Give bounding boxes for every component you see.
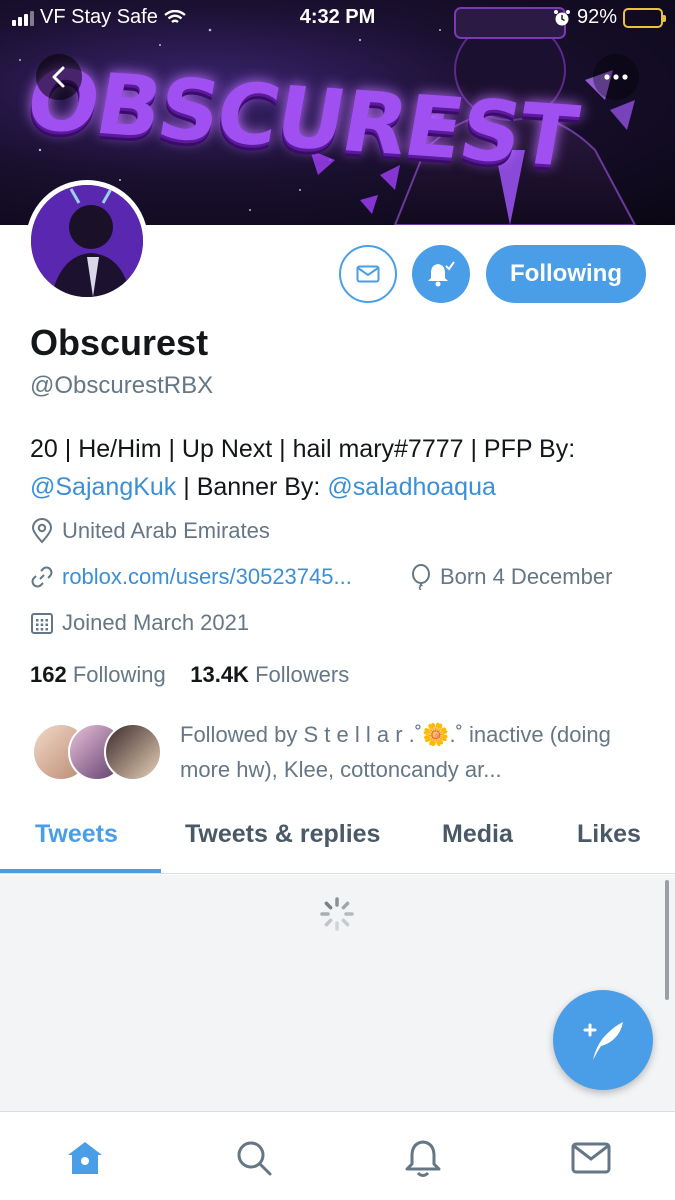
profile-bio: 20 | He/Him | Up Next | hail mary#7777 |… [30, 430, 650, 506]
website-row: roblox.com/users/30523745... [30, 564, 352, 590]
tab-media[interactable]: Media [442, 820, 513, 849]
follow-counts: 162 Following 13.4K Followers [30, 662, 349, 688]
location-pin-icon [31, 518, 53, 544]
nav-messages[interactable] [569, 1136, 613, 1180]
nav-home[interactable] [63, 1136, 107, 1180]
bio-mention-pfp-artist[interactable]: @SajangKuk [30, 473, 176, 501]
followed-by-text[interactable]: Followed by S t e l l a r .˚🌼.˚ inactive… [180, 717, 650, 787]
avatar [104, 723, 162, 781]
profile-avatar[interactable] [26, 180, 148, 302]
following-count-link[interactable]: 162 Following [30, 662, 166, 687]
following-count: 162 [30, 662, 67, 687]
profile-birthday: Born 4 December [440, 564, 613, 589]
following-button[interactable]: Following [486, 245, 646, 303]
status-bar: VF Stay Safe 4:32 PM 92% [0, 0, 675, 38]
birthday-row: Born 4 December [410, 564, 612, 590]
profile-joined-date: Joined March 2021 [62, 610, 250, 635]
chevron-left-icon [52, 66, 65, 88]
nav-search[interactable] [232, 1136, 276, 1180]
balloon-icon [412, 564, 430, 590]
active-tab-indicator [0, 869, 161, 873]
status-right-group: 92% [553, 6, 666, 29]
calendar-icon [31, 613, 53, 634]
home-icon [68, 1142, 102, 1174]
link-icon [31, 566, 53, 588]
bio-text: 20 | He/Him | Up Next | hail mary#7777 |… [30, 435, 576, 463]
battery-icon [623, 7, 666, 28]
following-label: Following [72, 662, 166, 687]
profile-location: United Arab Emirates [62, 518, 270, 543]
followed-by-avatars[interactable] [32, 723, 162, 781]
joined-row: Joined March 2021 [30, 610, 249, 636]
bottom-navigation [0, 1111, 675, 1200]
bio-text-banner: | Banner By: [176, 473, 328, 501]
profile-website-link[interactable]: roblox.com/users/30523745... [62, 564, 352, 590]
nav-notifications[interactable] [401, 1136, 445, 1180]
bio-mention-banner-artist[interactable]: @saladhoaqua [327, 473, 496, 501]
messages-icon [571, 1142, 611, 1174]
tab-tweets[interactable]: Tweets [35, 820, 118, 849]
compose-tweet-icon [583, 1022, 623, 1060]
profile-handle: @ObscurestRBX [30, 372, 214, 399]
followers-count: 13.4K [190, 662, 249, 687]
battery-percent: 92% [576, 6, 617, 28]
tab-tweets-replies[interactable]: Tweets & replies [185, 820, 380, 849]
message-button[interactable] [339, 245, 397, 303]
loading-spinner-icon [320, 897, 354, 931]
followers-label: Followers [255, 662, 350, 687]
profile-tabs: Tweets Tweets & replies Media Likes [0, 800, 675, 874]
more-options-button[interactable] [593, 54, 639, 100]
location-row: United Arab Emirates [30, 518, 270, 544]
envelope-icon [356, 265, 380, 283]
back-button[interactable] [36, 54, 82, 100]
feed-scrollbar[interactable] [665, 880, 669, 1000]
profile-name: Obscurest [30, 322, 209, 363]
search-icon [237, 1141, 272, 1176]
notifications-icon [405, 1140, 441, 1177]
bell-check-icon [428, 261, 455, 287]
followers-count-link[interactable]: 13.4K Followers [190, 662, 349, 687]
tab-likes[interactable]: Likes [577, 820, 641, 849]
more-horizontal-icon [604, 74, 628, 80]
avatar-image [31, 185, 143, 297]
compose-tweet-button[interactable] [553, 990, 653, 1090]
notifications-toggle-button[interactable] [412, 245, 470, 303]
alarm-icon [553, 9, 570, 25]
